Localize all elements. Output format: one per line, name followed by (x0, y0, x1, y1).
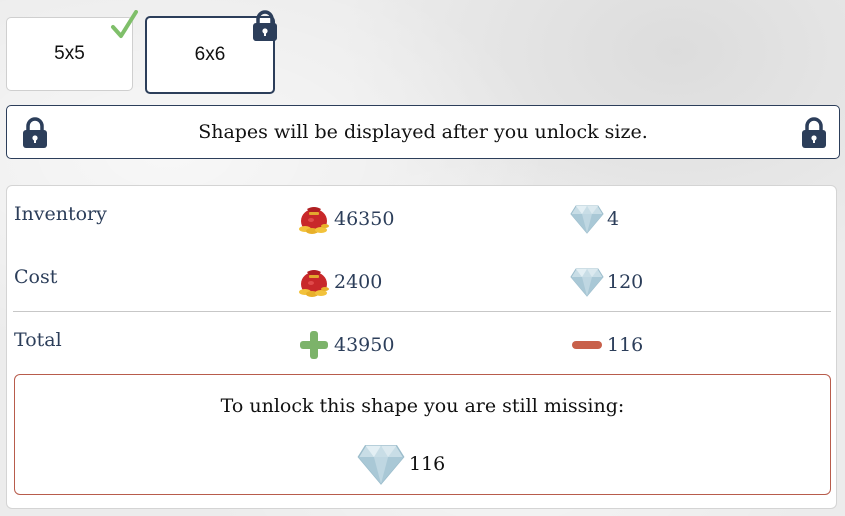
missing-resources-box: To unlock this shape you are still missi… (14, 374, 831, 495)
diamond-icon (570, 203, 604, 235)
gold-bag-icon (297, 203, 331, 235)
row-label: Total (14, 329, 62, 351)
row-label: Cost (14, 266, 58, 288)
missing-gem-value: 116 (409, 453, 446, 475)
gem-value: 4 (607, 208, 620, 230)
unlock-notice: Shapes will be displayed after you unloc… (6, 105, 840, 159)
diamond-icon (357, 441, 405, 487)
gem-value: 116 (607, 334, 644, 356)
minus-icon (572, 341, 602, 349)
gold-value: 43950 (334, 334, 395, 356)
gold-value: 46350 (334, 208, 395, 230)
gold-bag-icon (297, 266, 331, 298)
gem-amount: 116 (570, 329, 643, 361)
padlock-icon (801, 117, 827, 149)
cost-panel: Inventory 46350 4 Cost 2400 120 Total 43… (6, 185, 837, 509)
checkmark-icon (111, 10, 138, 38)
gold-amount: 46350 (297, 203, 394, 235)
total-row: Total 43950 116 (7, 321, 836, 361)
plus-icon (300, 331, 328, 359)
missing-gems: 116 (357, 441, 445, 487)
inventory-row: Inventory 46350 4 (7, 195, 836, 235)
unlock-notice-text: Shapes will be displayed after you unloc… (198, 121, 648, 143)
gem-amount: 120 (570, 266, 643, 298)
diamond-icon (570, 266, 604, 298)
missing-title: To unlock this shape you are still missi… (220, 395, 625, 417)
divider (13, 311, 831, 312)
padlock-icon (252, 10, 278, 42)
size-option-label: 5x5 (54, 43, 85, 64)
gold-amount: 2400 (297, 266, 382, 298)
padlock-icon (22, 117, 48, 149)
gem-value: 120 (607, 271, 644, 293)
row-label: Inventory (14, 203, 107, 225)
gem-amount: 4 (570, 203, 619, 235)
gold-amount: 43950 (297, 329, 394, 361)
gold-value: 2400 (334, 271, 383, 293)
size-option-label: 6x6 (194, 44, 226, 65)
cost-row: Cost 2400 120 (7, 258, 836, 298)
